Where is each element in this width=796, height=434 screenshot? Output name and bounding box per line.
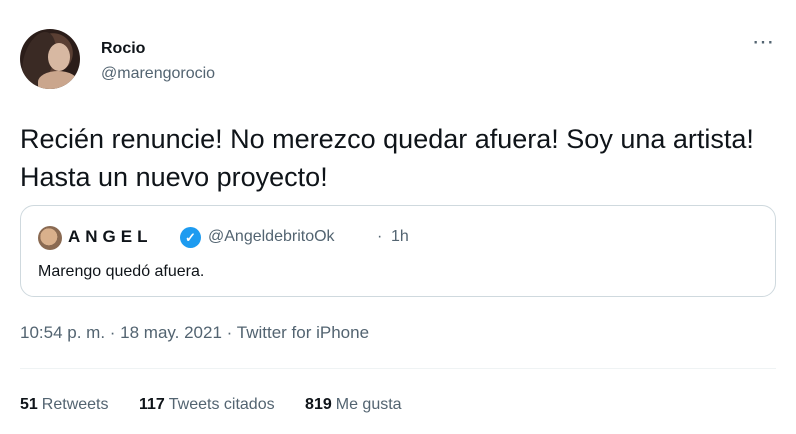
tweet-date[interactable]: 18 may. 2021 — [120, 323, 222, 342]
retweets-stat[interactable]: 51 Retweets — [20, 396, 109, 414]
tweet-text: Recién renuncie! No merezco quedar afuer… — [20, 124, 754, 192]
quoted-text: Marengo quedó afuera. — [38, 263, 205, 280]
likes-stat[interactable]: 819 Me gusta — [305, 396, 402, 414]
meta-separator: · — [105, 323, 121, 342]
avatar-face — [48, 43, 70, 71]
retweets-count: 51 — [20, 396, 38, 413]
quoted-author-handle: @AngeldebritoOk — [208, 228, 335, 245]
divider — [20, 368, 776, 369]
likes-label: Me gusta — [335, 396, 402, 413]
tweet-meta: 10:54 p. m. · 18 may. 2021 · Twitter for… — [20, 323, 369, 343]
quoted-time: 1h — [391, 228, 409, 245]
quote-tweets-stat[interactable]: 117 Tweets citados — [139, 396, 275, 414]
author-name[interactable]: Rocio — [101, 40, 145, 58]
meta-separator: · — [221, 323, 237, 342]
quote-tweets-label: Tweets citados — [168, 396, 275, 413]
quoted-author-name: ANGEL — [68, 227, 153, 246]
retweets-label: Retweets — [41, 396, 109, 413]
quoted-tweet[interactable]: ANGEL ✓ @AngeldebritoOk · 1h Marengo que… — [20, 205, 776, 297]
likes-count: 819 — [305, 396, 332, 413]
more-options-icon[interactable]: ⋯ — [752, 31, 775, 53]
author-avatar[interactable] — [20, 29, 80, 89]
verified-badge-icon: ✓ — [180, 227, 201, 248]
quoted-author-avatar — [38, 226, 62, 250]
tweet-source[interactable]: Twitter for iPhone — [237, 323, 369, 342]
tweet-stats: 51 Retweets 117 Tweets citados 819 Me gusta — [20, 396, 428, 414]
avatar-shoulder — [38, 71, 78, 89]
quoted-separator: · — [377, 228, 383, 245]
quote-tweets-count: 117 — [138, 396, 165, 413]
tweet-time[interactable]: 10:54 p. m. — [20, 323, 105, 342]
author-handle[interactable]: @marengorocio — [101, 65, 215, 83]
